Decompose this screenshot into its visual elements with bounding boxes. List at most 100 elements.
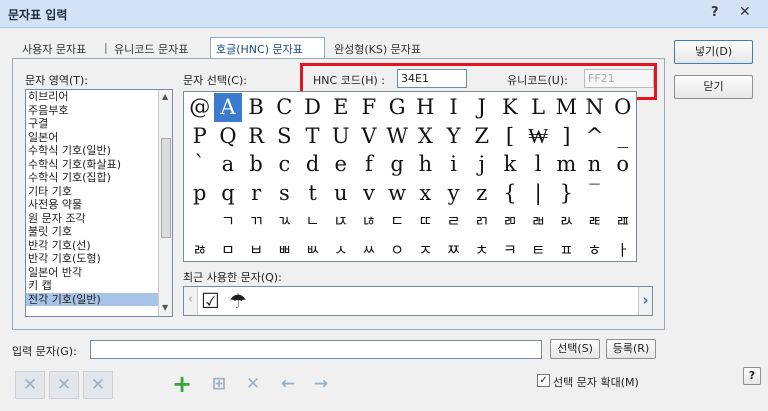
char-cell[interactable]: ㅎ [581, 236, 609, 262]
area-list-item[interactable]: 주음부호 [26, 104, 172, 118]
char-cell[interactable]: P [186, 122, 214, 151]
char-cell[interactable]: ㄼ [524, 207, 552, 236]
char-cell[interactable]: @ [186, 93, 214, 122]
char-cell[interactable]: m [553, 150, 581, 179]
area-list-item[interactable]: 사전용 약물 [26, 198, 172, 212]
select-button[interactable]: 선택(S) [550, 339, 600, 359]
char-cell[interactable]: U [327, 122, 355, 151]
register-button[interactable]: 등록(R) [606, 339, 656, 359]
insert-row-icon[interactable]: ⊞ [204, 371, 234, 399]
char-cell[interactable]: q [214, 179, 242, 208]
char-cell[interactable]: o [609, 150, 636, 179]
char-cell[interactable]: Q [214, 122, 242, 151]
area-list-item[interactable]: 수학식 기호(화살표) [26, 158, 172, 172]
char-cell[interactable]: W [383, 122, 411, 151]
area-list-item[interactable]: 원 문자 조각 [26, 212, 172, 226]
recent-chars-box[interactable]: ‹ ☑ ☂ › [183, 286, 653, 316]
char-cell[interactable]: r [242, 179, 270, 208]
char-cell[interactable]: v [355, 179, 383, 208]
char-cell[interactable]: ㅏ [609, 236, 636, 262]
char-cell[interactable]: K [496, 93, 524, 122]
char-cell[interactable]: ㄺ [468, 207, 496, 236]
area-list-item[interactable]: 기타 기호 [26, 185, 172, 199]
char-cell[interactable]: f [355, 150, 383, 179]
char-cell[interactable]: ㄿ [609, 207, 636, 236]
char-cell[interactable]: V [355, 122, 383, 151]
char-cell[interactable]: J [468, 93, 496, 122]
move-right-icon[interactable]: → [306, 371, 336, 399]
scroll-down-icon[interactable]: ▼ [162, 303, 168, 312]
input-char-field[interactable] [90, 340, 542, 359]
char-cell[interactable]: { [496, 179, 524, 208]
char-cell[interactable]: ㄲ [242, 207, 270, 236]
char-cell[interactable]: B [242, 93, 270, 122]
area-list-item[interactable]: 수학식 기호(집합) [26, 171, 172, 185]
char-cell[interactable]: | [524, 179, 552, 208]
char-cell[interactable]: _ [609, 122, 636, 151]
char-cell[interactable]: c [271, 150, 299, 179]
char-cell[interactable]: l [524, 150, 552, 179]
char-cell[interactable]: ㅅ [327, 236, 355, 262]
char-cell[interactable]: ‾ [581, 179, 609, 208]
char-cell[interactable]: ㅋ [496, 236, 524, 262]
delete-icon[interactable]: ✕ [238, 371, 268, 399]
edit-favorite-icon[interactable]: ✕ [49, 371, 79, 399]
char-cell[interactable]: ㅊ [468, 236, 496, 262]
char-cell[interactable]: E [327, 93, 355, 122]
tab-hnc-charmap[interactable]: 호글(HNC) 문자표 [210, 37, 325, 59]
char-cell[interactable]: b [242, 150, 270, 179]
char-cell[interactable]: D [299, 93, 327, 122]
char-cell[interactable]: H [412, 93, 440, 122]
char-cell[interactable]: Y [440, 122, 468, 151]
tab-unicode-charmap[interactable]: 유니코드 문자표 [114, 38, 188, 58]
char-cell[interactable]: ㅍ [553, 236, 581, 262]
char-cell[interactable]: } [553, 179, 581, 208]
char-cell[interactable]: ㄶ [355, 207, 383, 236]
char-cell[interactable]: n [581, 150, 609, 179]
char-cell[interactable]: s [271, 179, 299, 208]
char-cell[interactable]: w [383, 179, 411, 208]
area-scrollbar[interactable]: ▲ ▼ [158, 90, 172, 316]
char-cell[interactable]: ㅂ [242, 236, 270, 262]
char-cell[interactable]: [ [496, 122, 524, 151]
area-list-item[interactable]: 구결 [26, 117, 172, 131]
char-cell[interactable]: y [440, 179, 468, 208]
help-button[interactable]: ? [743, 367, 761, 385]
char-cell[interactable]: M [553, 93, 581, 122]
insert-button[interactable]: 넣기(D) [674, 40, 753, 64]
char-cell[interactable]: ㅁ [214, 236, 242, 262]
area-list-item[interactable]: 히브리어 [26, 90, 172, 104]
char-cell[interactable]: i [440, 150, 468, 179]
tab-user-charmap[interactable]: 사용자 문자표 [22, 38, 86, 58]
char-cell[interactable]: ㄾ [581, 207, 609, 236]
char-cell[interactable]: ㄳ [271, 207, 299, 236]
char-cell[interactable]: X [412, 122, 440, 151]
char-cell[interactable]: ₩ [524, 122, 552, 151]
char-cell[interactable]: ^ [581, 122, 609, 151]
remove-favorite-icon[interactable]: ✕ [83, 371, 113, 399]
char-cell[interactable]: ㄽ [553, 207, 581, 236]
char-cell[interactable]: C [271, 93, 299, 122]
char-cell[interactable]: x [412, 179, 440, 208]
add-favorite-icon[interactable]: ✕ [15, 371, 45, 399]
recent-scroll-left-icon[interactable]: ‹ [184, 287, 198, 315]
char-cell[interactable]: ㄵ [327, 207, 355, 236]
char-grid[interactable]: @ A B C D E F G H I J K L M N O P Q R S T U V W X Y Z[₩] ^ _ ` a b c d e f g… [183, 91, 637, 262]
area-list-item[interactable]: 일본어 [26, 131, 172, 145]
area-list-item[interactable]: 불릿 기호 [26, 225, 172, 239]
char-cell[interactable]: ㅆ [355, 236, 383, 262]
scroll-up-icon[interactable]: ▲ [162, 92, 168, 101]
tab-ks-charmap[interactable]: 완성형(KS) 문자표 [334, 38, 421, 58]
char-cell[interactable]: ㅃ [271, 236, 299, 262]
area-list-item[interactable]: 수학식 기호(일반) [26, 144, 172, 158]
char-cell[interactable]: a [214, 150, 242, 179]
recent-char[interactable]: ☂ [229, 288, 247, 314]
char-cell[interactable]: F [355, 93, 383, 122]
area-list-item[interactable]: 키 캡 [26, 279, 172, 293]
char-cell[interactable]: ㅄ [299, 236, 327, 262]
char-cell[interactable]: ㅉ [440, 236, 468, 262]
help-icon[interactable]: ? [711, 5, 719, 20]
char-cell[interactable]: T [299, 122, 327, 151]
char-cell[interactable]: L [524, 93, 552, 122]
char-cell[interactable]: d [299, 150, 327, 179]
